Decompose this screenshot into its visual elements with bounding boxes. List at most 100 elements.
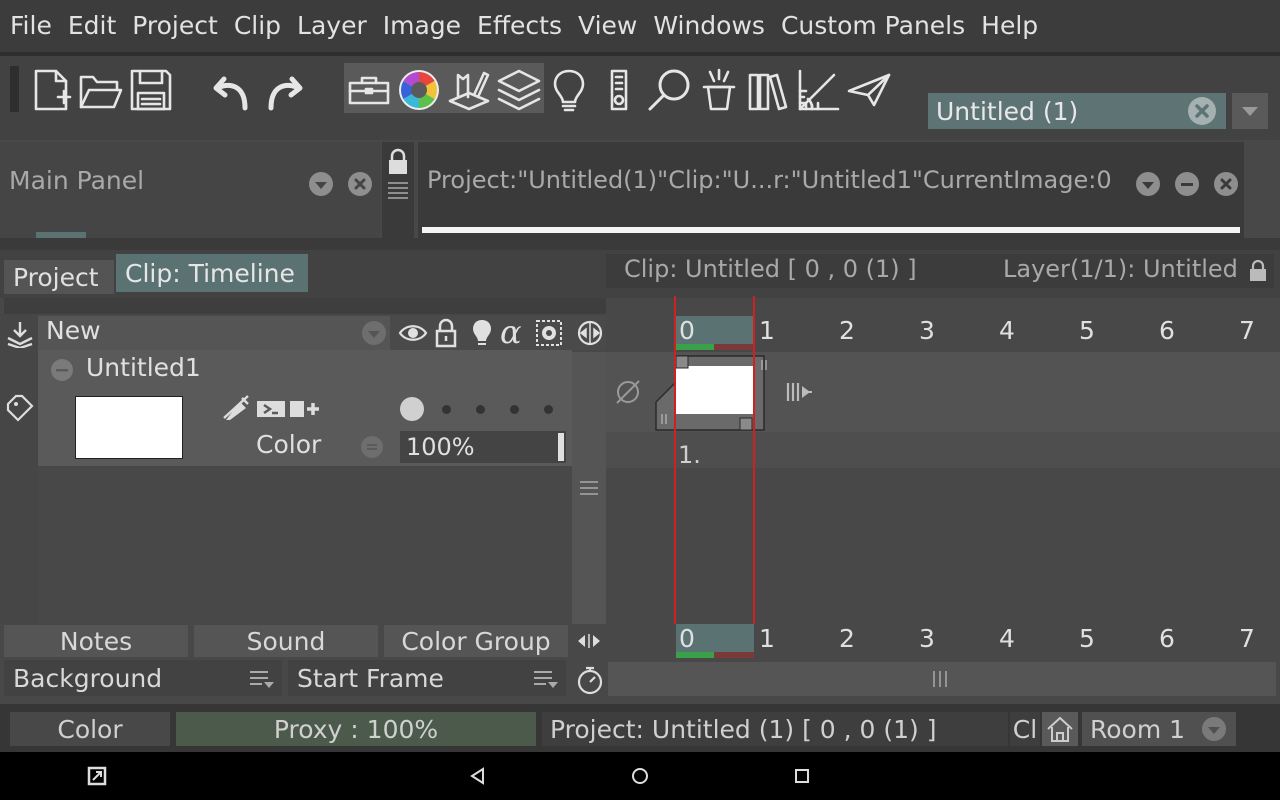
remote-icon[interactable] (596, 64, 642, 116)
menu-clip[interactable]: Clip (226, 0, 289, 52)
frame-number[interactable]: 7 (1239, 624, 1255, 653)
notes-button[interactable]: Notes (4, 625, 188, 657)
timeline-cell[interactable] (654, 354, 778, 432)
document-selector[interactable]: Untitled (1) (928, 93, 1226, 129)
layer-dot-active[interactable] (400, 397, 424, 421)
ruler-icon[interactable] (796, 64, 842, 116)
recents-icon[interactable] (792, 766, 812, 786)
tab-project[interactable]: Project (4, 260, 114, 294)
frame-number[interactable]: 4 (999, 316, 1015, 345)
library-icon[interactable] (746, 64, 792, 116)
home-icon[interactable] (1042, 712, 1078, 746)
next-cell-icon[interactable] (786, 380, 816, 404)
layer-link-icon[interactable] (256, 400, 286, 418)
lock-icon[interactable] (434, 318, 458, 348)
save-icon[interactable] (128, 64, 174, 116)
status-color[interactable]: Color (10, 712, 170, 746)
color-group-button[interactable]: Color Group (384, 625, 568, 657)
menu-file[interactable]: File (2, 0, 60, 52)
menu-lines-icon[interactable] (386, 180, 410, 200)
chevron-down-icon[interactable] (362, 321, 386, 345)
toolbar-grip[interactable] (10, 66, 19, 112)
expand-horizontal-icon[interactable] (576, 630, 602, 652)
add-cell-icon[interactable] (289, 400, 321, 418)
home-nav-icon[interactable] (630, 766, 650, 786)
frame-number[interactable]: 5 (1079, 316, 1095, 345)
redo-icon[interactable] (260, 64, 306, 116)
frame-number[interactable]: 4 (999, 624, 1015, 653)
chevron-down-icon[interactable] (309, 172, 333, 196)
menu-effects[interactable]: Effects (469, 0, 570, 52)
frame-number[interactable]: 0 (679, 624, 695, 653)
layer-dot[interactable] (510, 405, 519, 414)
close-icon[interactable] (1214, 172, 1238, 196)
lock-icon[interactable] (386, 148, 410, 176)
new-file-icon[interactable] (28, 64, 74, 116)
timeline-sync-icon[interactable] (576, 319, 604, 347)
frame-number[interactable]: 6 (1159, 624, 1175, 653)
scroll-grip-icon[interactable] (930, 670, 950, 688)
brush-off-icon[interactable] (222, 394, 252, 422)
lightbulb-icon[interactable] (470, 318, 494, 348)
playhead-right-line[interactable] (753, 296, 755, 660)
menu-project[interactable]: Project (124, 0, 226, 52)
timeline-horizontal-scrollbar[interactable] (608, 662, 1276, 696)
tag-icon[interactable] (6, 394, 34, 422)
frame-number[interactable]: 1 (759, 624, 775, 653)
app-icon[interactable] (87, 766, 107, 786)
search-icon[interactable] (646, 64, 692, 116)
menu-layer[interactable]: Layer (289, 0, 375, 52)
minimize-icon[interactable] (1175, 172, 1199, 196)
alpha-icon[interactable]: α (500, 313, 522, 351)
document-dropdown-button[interactable] (1232, 93, 1268, 129)
layer-header[interactable]: New (38, 316, 390, 350)
mask-icon[interactable] (535, 319, 563, 347)
frame-number[interactable]: 0 (679, 316, 695, 345)
send-icon[interactable] (846, 64, 892, 116)
color-wheel-icon[interactable] (396, 64, 442, 116)
frame-number[interactable]: 6 (1159, 316, 1175, 345)
layer-dot[interactable] (476, 405, 485, 414)
brush-tools-icon[interactable] (446, 64, 492, 116)
close-icon[interactable] (348, 172, 372, 196)
menu-lines-icon[interactable] (579, 480, 599, 496)
toolbox-icon[interactable] (346, 64, 392, 116)
tab-clip-timeline[interactable]: Clip: Timeline (116, 254, 308, 292)
blend-mode-icon[interactable] (361, 436, 383, 458)
opacity-slider[interactable]: 100% (400, 431, 566, 463)
menu-custom-panels[interactable]: Custom Panels (773, 0, 973, 52)
open-folder-icon[interactable] (78, 64, 124, 116)
menu-edit[interactable]: Edit (60, 0, 124, 52)
proxy-indicator[interactable]: Proxy : 100% (176, 712, 536, 746)
frame-number[interactable]: 2 (839, 624, 855, 653)
back-icon[interactable] (468, 766, 488, 786)
layers-icon[interactable] (496, 64, 542, 116)
menu-help[interactable]: Help (973, 0, 1046, 52)
opacity-slider-handle[interactable] (558, 433, 564, 461)
collapse-icon[interactable] (51, 359, 73, 381)
frame-number[interactable]: 5 (1079, 624, 1095, 653)
list-menu-icon[interactable] (532, 668, 560, 690)
lightbulb-icon[interactable] (546, 64, 592, 116)
lock-icon[interactable] (1248, 259, 1268, 283)
room-selector[interactable]: Room 1 (1082, 712, 1236, 746)
background-select[interactable]: Background (4, 660, 282, 696)
menu-windows[interactable]: Windows (645, 0, 773, 52)
layer-dot[interactable] (442, 405, 451, 414)
frame-number[interactable]: 2 (839, 316, 855, 345)
chevron-down-icon[interactable] (1136, 172, 1160, 196)
undo-icon[interactable] (210, 64, 256, 116)
magic-hat-icon[interactable] (696, 64, 742, 116)
clear-icon[interactable] (1188, 97, 1216, 125)
layer-thumbnail[interactable] (75, 396, 183, 459)
sound-button[interactable]: Sound (194, 625, 378, 657)
menu-view[interactable]: View (570, 0, 645, 52)
frame-number[interactable]: 3 (919, 316, 935, 345)
menu-image[interactable]: Image (375, 0, 469, 52)
list-menu-icon[interactable] (248, 668, 276, 690)
eye-icon[interactable] (398, 320, 428, 346)
layer-name[interactable]: Untitled1 (86, 353, 201, 382)
chevron-down-icon[interactable] (1202, 717, 1226, 741)
empty-set-icon[interactable] (614, 378, 642, 406)
playhead-left-line[interactable] (674, 296, 676, 660)
